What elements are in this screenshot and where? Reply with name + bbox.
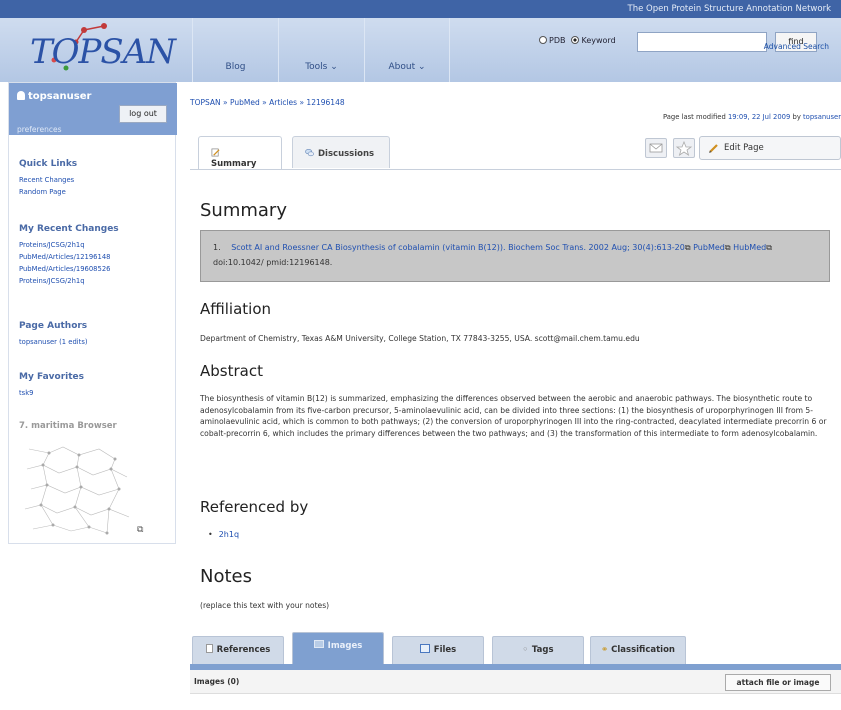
favorites: My Favorites tsk9 bbox=[19, 372, 84, 399]
search-type-radios: PDB Keyword bbox=[539, 36, 616, 45]
tab-summary[interactable]: Summary bbox=[198, 136, 282, 170]
referenced-by-heading: Referenced by bbox=[200, 498, 309, 516]
page: The Open Protein Structure Annotation Ne… bbox=[0, 0, 841, 710]
tag-icon: ◦ bbox=[522, 645, 528, 655]
recent-change-link[interactable]: PubMed/Articles/12196148 bbox=[19, 251, 119, 263]
topsan-logo[interactable]: TOPSAN bbox=[14, 20, 184, 78]
main-nav: Blog Tools ⌄ About ⌄ bbox=[192, 18, 450, 82]
radio-pdb[interactable]: PDB bbox=[539, 36, 565, 45]
quick-links: Quick Links Recent Changes Random Page bbox=[19, 159, 77, 198]
abstract-heading: Abstract bbox=[200, 362, 263, 380]
tab-classification[interactable]: ⚭ Classification bbox=[590, 636, 686, 664]
favorite-link[interactable]: tsk9 bbox=[19, 387, 84, 399]
reference-ids: doi:10.1042/ pmid:12196148. bbox=[213, 258, 333, 267]
referenced-by-link[interactable]: 2h1q bbox=[208, 530, 239, 539]
discussion-icon bbox=[305, 149, 314, 157]
preferences-link[interactable]: preferences bbox=[17, 125, 61, 134]
hubmed-link[interactable]: HubMed bbox=[733, 243, 766, 252]
page-authors: Page Authors topsanuser (1 edits) bbox=[19, 321, 88, 348]
page-tools: Edit Page bbox=[645, 136, 841, 162]
bottom-tab-bar: References Images Files ◦ Tags ⚭ Classific… bbox=[190, 632, 841, 664]
classification-icon: ⚭ bbox=[601, 645, 609, 655]
header-strip: The Open Protein Structure Annotation Ne… bbox=[0, 0, 841, 18]
browser-section: 7. maritima Browser bbox=[19, 421, 117, 431]
user-icon bbox=[17, 91, 25, 100]
page-author-link[interactable]: topsanuser (1 edits) bbox=[19, 336, 88, 348]
search-input[interactable] bbox=[637, 32, 767, 52]
affiliation-heading: Affiliation bbox=[200, 300, 272, 318]
nav-item-about[interactable]: About ⌄ bbox=[364, 18, 450, 82]
sidebar: topsanuser log out preferences Quick Lin… bbox=[8, 82, 177, 544]
header-body: TOPSAN Blog Tools ⌄ About ⌄ PDB Keyword … bbox=[0, 18, 841, 82]
pencil-icon bbox=[709, 144, 718, 153]
tab-files[interactable]: Files bbox=[392, 636, 484, 664]
logo-text: TOPSAN bbox=[30, 32, 176, 72]
tab-divider bbox=[190, 169, 841, 170]
images-count: Images (0) bbox=[194, 677, 240, 686]
modified-date-link[interactable]: 19:09, 22 Jul 2009 bbox=[728, 113, 790, 121]
page-icon bbox=[205, 644, 213, 653]
network-title: The Open Protein Structure Annotation Ne… bbox=[627, 4, 831, 14]
site-header: The Open Protein Structure Annotation Ne… bbox=[0, 0, 841, 82]
quick-link-recent-changes[interactable]: Recent Changes bbox=[19, 174, 77, 186]
edit-page-button[interactable]: Edit Page bbox=[699, 136, 841, 160]
star-icon[interactable] bbox=[673, 138, 695, 158]
image-icon bbox=[313, 640, 324, 648]
affiliation-text: Department of Chemistry, Texas A&M Unive… bbox=[200, 334, 640, 343]
reference-number: 1. bbox=[213, 243, 221, 252]
notes-text: (replace this text with your notes) bbox=[200, 601, 330, 610]
files-icon bbox=[419, 644, 430, 653]
advanced-search-link[interactable]: Advanced Search bbox=[764, 42, 829, 51]
browser-title: 7. maritima Browser bbox=[19, 421, 117, 431]
quick-links-title: Quick Links bbox=[19, 159, 78, 169]
tab-images[interactable]: Images bbox=[292, 632, 384, 664]
recent-change-link[interactable]: PubMed/Articles/19608526 bbox=[19, 263, 119, 275]
summary-heading: Summary bbox=[200, 200, 287, 221]
recent-changes-title: My Recent Changes bbox=[19, 224, 119, 234]
radio-keyword[interactable]: Keyword bbox=[571, 36, 616, 45]
tab-tags[interactable]: ◦ Tags bbox=[492, 636, 584, 664]
favorites-title: My Favorites bbox=[19, 372, 84, 382]
recent-change-link[interactable]: Proteins/JCSG/2h1q bbox=[19, 275, 119, 287]
tab-discussions[interactable]: Discussions bbox=[292, 136, 390, 168]
nav-item-tools[interactable]: Tools ⌄ bbox=[278, 18, 364, 82]
main-content: TOPSAN » PubMed » Articles » 12196148 Pa… bbox=[190, 82, 841, 710]
edit-doc-icon bbox=[211, 148, 220, 157]
attach-file-button[interactable]: attach file or image bbox=[725, 674, 831, 691]
page-last-modified: Page last modified 19:09, 22 Jul 2009 by… bbox=[662, 113, 841, 121]
quick-link-random-page[interactable]: Random Page bbox=[19, 186, 77, 198]
images-panel-header: Images (0) attach file or image bbox=[190, 670, 841, 694]
abstract-text: The biosynthesis of vitamin B(12) is sum… bbox=[200, 394, 827, 438]
reference-citation-link[interactable]: Scott AI and Roessner CA Biosynthesis of… bbox=[231, 243, 685, 252]
email-icon[interactable] bbox=[645, 138, 667, 158]
page-authors-title: Page Authors bbox=[19, 321, 88, 331]
network-browser-thumbnail[interactable] bbox=[19, 439, 137, 539]
pubmed-link[interactable]: PubMed bbox=[693, 243, 725, 252]
tab-references[interactable]: References bbox=[192, 636, 284, 664]
logout-button[interactable]: log out bbox=[119, 105, 167, 123]
recent-changes: My Recent Changes Proteins/JCSG/2h1q Pub… bbox=[19, 224, 119, 287]
reference-box: 1. Scott AI and Roessner CA Biosynthesis… bbox=[200, 230, 830, 282]
nav-item-blog[interactable]: Blog bbox=[192, 18, 278, 82]
notes-heading: Notes bbox=[200, 566, 252, 587]
external-link-icon[interactable]: ⧉ bbox=[137, 525, 143, 535]
user-name[interactable]: topsanuser bbox=[17, 91, 91, 102]
recent-change-link[interactable]: Proteins/JCSG/2h1q bbox=[19, 239, 119, 251]
modified-user-link[interactable]: topsanuser bbox=[803, 113, 841, 121]
user-box: topsanuser log out preferences bbox=[9, 83, 177, 135]
breadcrumb[interactable]: TOPSAN » PubMed » Articles » 12196148 bbox=[190, 98, 345, 107]
